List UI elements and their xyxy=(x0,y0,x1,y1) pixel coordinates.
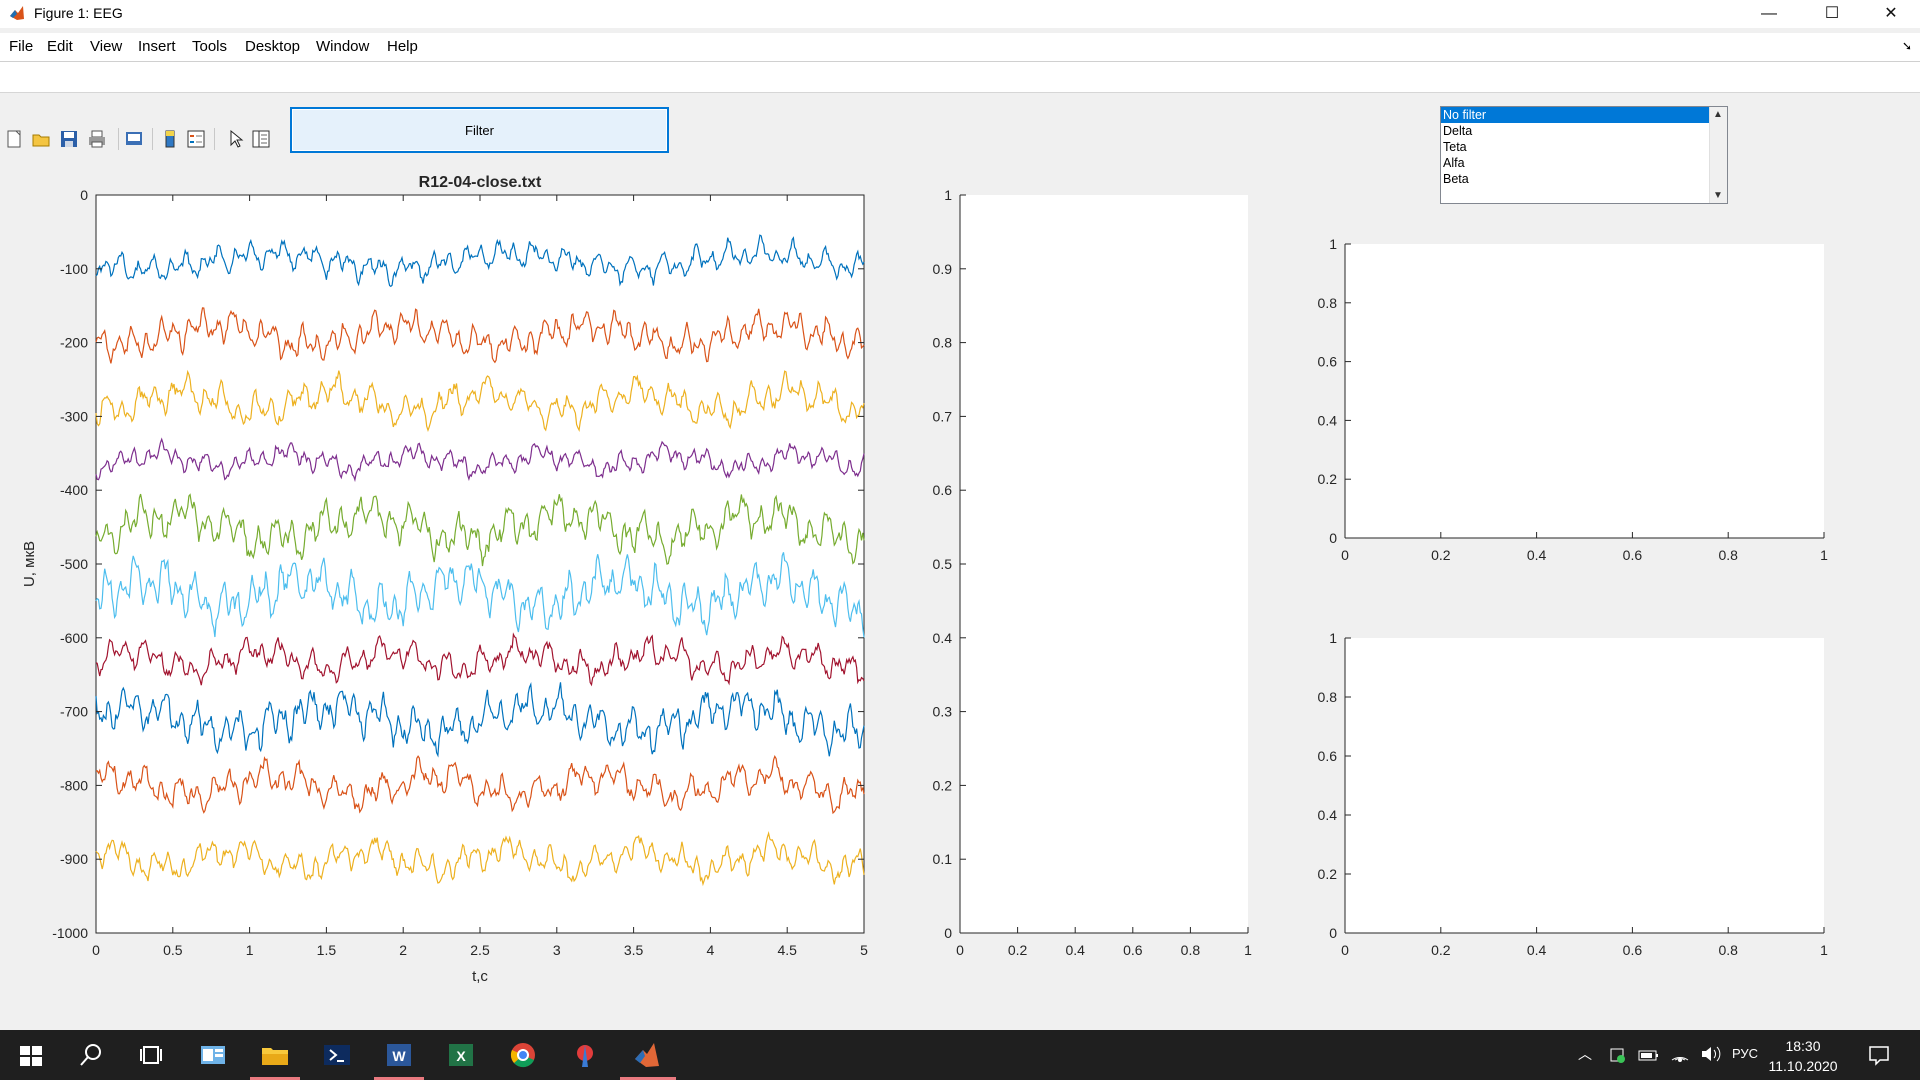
x-tick-label: 5 xyxy=(860,942,868,958)
wifi-icon[interactable] xyxy=(1670,1044,1690,1064)
x-tick-label: 0.4 xyxy=(1065,942,1085,958)
top-right-axes-box xyxy=(1345,244,1824,538)
y-tick-label: -500 xyxy=(60,556,88,572)
x-tick-label: 2.5 xyxy=(470,942,490,958)
y-tick-label: 0.7 xyxy=(933,408,953,424)
language-indicator[interactable]: РУС xyxy=(1732,1046,1758,1061)
x-tick-label: 0.4 xyxy=(1527,942,1547,958)
volume-icon[interactable] xyxy=(1700,1044,1722,1064)
search-icon[interactable] xyxy=(76,1040,106,1070)
x-tick-label: 4.5 xyxy=(777,942,797,958)
eeg-ylabel: U, мкВ xyxy=(21,541,38,587)
x-tick-label: 3.5 xyxy=(624,942,644,958)
x-tick-label: 0.6 xyxy=(1123,942,1143,958)
y-tick-label: 1 xyxy=(1329,236,1337,252)
y-tick-label: -100 xyxy=(60,261,88,277)
y-tick-label: 0.8 xyxy=(933,335,953,351)
y-tick-label: 1 xyxy=(1329,630,1337,646)
svg-text:W: W xyxy=(392,1048,406,1064)
x-tick-label: 0.8 xyxy=(1181,942,1201,958)
y-tick-label: 0 xyxy=(80,187,88,203)
y-tick-label: -200 xyxy=(60,335,88,351)
y-tick-label: 0 xyxy=(1329,530,1337,546)
powershell-icon[interactable] xyxy=(322,1040,352,1070)
x-tick-label: 0 xyxy=(92,942,100,958)
x-tick-label: 0.6 xyxy=(1623,942,1643,958)
x-tick-label: 0.6 xyxy=(1623,547,1643,563)
y-tick-label: -600 xyxy=(60,630,88,646)
y-tick-label: 0.1 xyxy=(933,851,953,867)
y-tick-label: -700 xyxy=(60,704,88,720)
middle-axes[interactable]: 0 0.2 0.4 0.6 0.8 1 1 0.9 0.8 0.7 0.6 0.5 0.4 0.3 0.2… xyxy=(933,187,1253,958)
x-tick-label: 0 xyxy=(1341,942,1349,958)
y-tick-label: 0.6 xyxy=(1318,354,1338,370)
y-tick-label: 0.6 xyxy=(933,482,953,498)
y-tick-label: 0.3 xyxy=(933,704,953,720)
y-tick-label: 0.4 xyxy=(933,630,953,646)
outlook-icon[interactable] xyxy=(198,1040,228,1070)
x-tick-label: 0.8 xyxy=(1718,547,1738,563)
x-tick-label: 0 xyxy=(1341,547,1349,563)
middle-axes-box xyxy=(960,195,1248,933)
y-tick-label: 0 xyxy=(944,925,952,941)
clock-time: 18:30 xyxy=(1785,1038,1821,1054)
x-tick-label: 1 xyxy=(1820,547,1828,563)
y-tick-label: -400 xyxy=(60,482,88,498)
file-explorer-icon[interactable] xyxy=(260,1040,290,1070)
x-tick-label: 0.4 xyxy=(1527,547,1547,563)
y-tick-label: 0.4 xyxy=(1318,807,1338,823)
x-tick-label: 3 xyxy=(553,942,561,958)
security-tray-icon[interactable] xyxy=(1608,1046,1626,1064)
matlab-icon[interactable] xyxy=(632,1040,662,1070)
figure-canvas: 0 0.5 1 1.5 2 2.5 3 3.5 4 4.5 5 0 -100 -200 -300 -400 -… xyxy=(21,174,1829,985)
x-tick-label: 1 xyxy=(246,942,254,958)
x-tick-label: 0.2 xyxy=(1431,942,1451,958)
windows-start-icon[interactable] xyxy=(16,1040,46,1070)
x-tick-label: 0.2 xyxy=(1008,942,1028,958)
x-tick-label: 2 xyxy=(399,942,407,958)
clock-date: 11.10.2020 xyxy=(1768,1058,1838,1074)
x-tick-label: 0.5 xyxy=(163,942,183,958)
y-tick-label: 0.2 xyxy=(1318,866,1338,882)
chrome-icon[interactable] xyxy=(508,1040,538,1070)
y-tick-label: 1 xyxy=(944,187,952,203)
eeg-title: R12-04-close.txt xyxy=(419,174,542,191)
notifications-icon[interactable] xyxy=(1868,1044,1890,1066)
app-icon[interactable] xyxy=(570,1040,600,1070)
y-tick-label: -900 xyxy=(60,851,88,867)
eeg-xlabel: t,c xyxy=(472,968,488,985)
eeg-axes[interactable]: 0 0.5 1 1.5 2 2.5 3 3.5 4 4.5 5 0 -100 -200 -300 -400 -… xyxy=(21,174,868,985)
clock[interactable]: 18:30 11.10.2020 xyxy=(1758,1036,1848,1076)
task-view-icon[interactable] xyxy=(136,1040,166,1070)
x-tick-label: 0.8 xyxy=(1718,942,1738,958)
y-tick-label: -1000 xyxy=(52,925,88,941)
y-tick-label: 0.9 xyxy=(933,261,953,277)
top-right-axes[interactable]: 0 0.2 0.4 0.6 0.8 1 1 0.8 0.6 0.4 0.2 0 xyxy=(1318,236,1829,563)
y-tick-label: 0.6 xyxy=(1318,748,1338,764)
y-tick-label: 0.8 xyxy=(1318,295,1338,311)
x-tick-label: 1 xyxy=(1244,942,1252,958)
bottom-right-axes[interactable]: 0 0.2 0.4 0.6 0.8 1 1 0.8 0.6 0.4 0.2 0 xyxy=(1318,630,1829,958)
x-tick-label: 1 xyxy=(1820,942,1828,958)
y-tick-label: 0 xyxy=(1329,925,1337,941)
word-icon[interactable]: W xyxy=(384,1040,414,1070)
x-tick-label: 0 xyxy=(956,942,964,958)
taskbar: W X ︿ РУС 18:30 11.10.2020 xyxy=(0,1030,1920,1080)
x-tick-label: 4 xyxy=(707,942,715,958)
y-tick-label: 0.2 xyxy=(933,777,953,793)
bottom-right-axes-box xyxy=(1345,638,1824,933)
y-tick-label: 0.5 xyxy=(933,556,953,572)
y-tick-label: -300 xyxy=(60,408,88,424)
svg-text:X: X xyxy=(456,1048,466,1064)
y-tick-label: 0.8 xyxy=(1318,689,1338,705)
battery-icon[interactable] xyxy=(1638,1046,1660,1064)
x-tick-label: 1.5 xyxy=(317,942,337,958)
x-tick-label: 0.2 xyxy=(1431,547,1451,563)
eeg-axes-box xyxy=(95,194,865,934)
y-tick-label: 0.2 xyxy=(1318,471,1338,487)
y-tick-label: 0.4 xyxy=(1318,412,1338,428)
tray-chevron-icon[interactable]: ︿ xyxy=(1578,1044,1592,1064)
y-tick-label: -800 xyxy=(60,777,88,793)
excel-icon[interactable]: X xyxy=(446,1040,476,1070)
